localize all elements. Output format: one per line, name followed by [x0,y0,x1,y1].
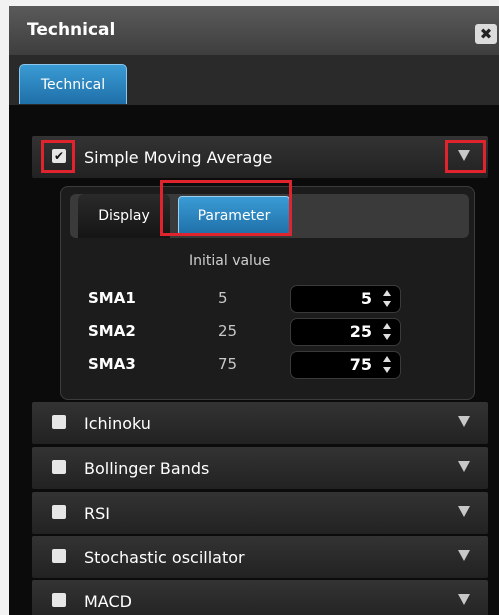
param-name: SMA3 [88,355,136,373]
indicator-row-sma[interactable]: ✔ Simple Moving Average [32,136,488,178]
param-name: SMA2 [88,322,136,340]
indicator-label-ichinoku: Ichinoku [84,414,151,433]
indicator-row-rsi[interactable]: RSI [32,492,488,534]
indicator-row-ichinoku[interactable]: Ichinoku [32,402,488,444]
param-initial-value: 75 [218,355,238,373]
spin-down-icon[interactable] [383,334,391,340]
checkbox-rsi[interactable] [52,505,66,519]
chevron-down-icon[interactable] [458,461,470,472]
chevron-down-icon[interactable] [458,416,470,427]
stepper-value[interactable]: 25 [350,322,372,341]
indicator-row-bollinger[interactable]: Bollinger Bands [32,447,488,489]
chevron-down-icon[interactable] [458,594,470,605]
indicator-label-stochastic: Stochastic oscillator [84,548,245,567]
checkbox-macd[interactable] [52,593,66,607]
param-initial-value: 25 [218,322,238,340]
spin-up-icon[interactable] [383,323,391,329]
window-title: Technical [27,20,116,40]
initial-value-header: Initial value [189,253,271,269]
indicator-label-sma: Simple Moving Average [84,148,273,167]
technical-window: Technical ✖ Technical ✔ Simple Moving Av… [9,6,499,615]
sma1-stepper[interactable]: 5 [290,285,401,313]
indicator-row-stochastic[interactable]: Stochastic oscillator [32,536,488,578]
window-titlebar: Technical ✖ [9,6,499,55]
param-row-sma3: SMA3 75 75 [61,351,474,379]
spin-up-icon[interactable] [383,290,391,296]
indicator-label-bollinger: Bollinger Bands [84,459,210,478]
indicator-label-macd: MACD [84,592,132,611]
tab-display[interactable]: Display [78,194,170,238]
param-row-sma2: SMA2 25 25 [61,318,474,346]
highlight-checkbox [41,140,75,173]
sma2-stepper[interactable]: 25 [290,318,401,346]
param-name: SMA1 [88,289,136,307]
stepper-value[interactable]: 75 [350,355,372,374]
checkbox-ichinoku[interactable] [52,415,66,429]
chevron-down-icon[interactable] [458,506,470,517]
param-initial-value: 5 [218,289,228,307]
chevron-down-icon[interactable] [458,550,470,561]
indicator-row-macd[interactable]: MACD [32,580,488,615]
tab-technical[interactable]: Technical [19,64,127,104]
stepper-value[interactable]: 5 [361,289,372,308]
highlight-expand-arrow [445,140,486,173]
highlight-parameter-tab [160,180,292,236]
checkbox-stochastic[interactable] [52,549,66,563]
tab-strip: Technical [9,55,499,105]
spin-down-icon[interactable] [383,367,391,373]
spin-down-icon[interactable] [383,301,391,307]
indicator-label-rsi: RSI [84,504,110,523]
sma3-stepper[interactable]: 75 [290,351,401,379]
close-icon[interactable]: ✖ [475,24,497,44]
checkbox-bollinger[interactable] [52,460,66,474]
spin-up-icon[interactable] [383,356,391,362]
param-row-sma1: SMA1 5 5 [61,285,474,313]
